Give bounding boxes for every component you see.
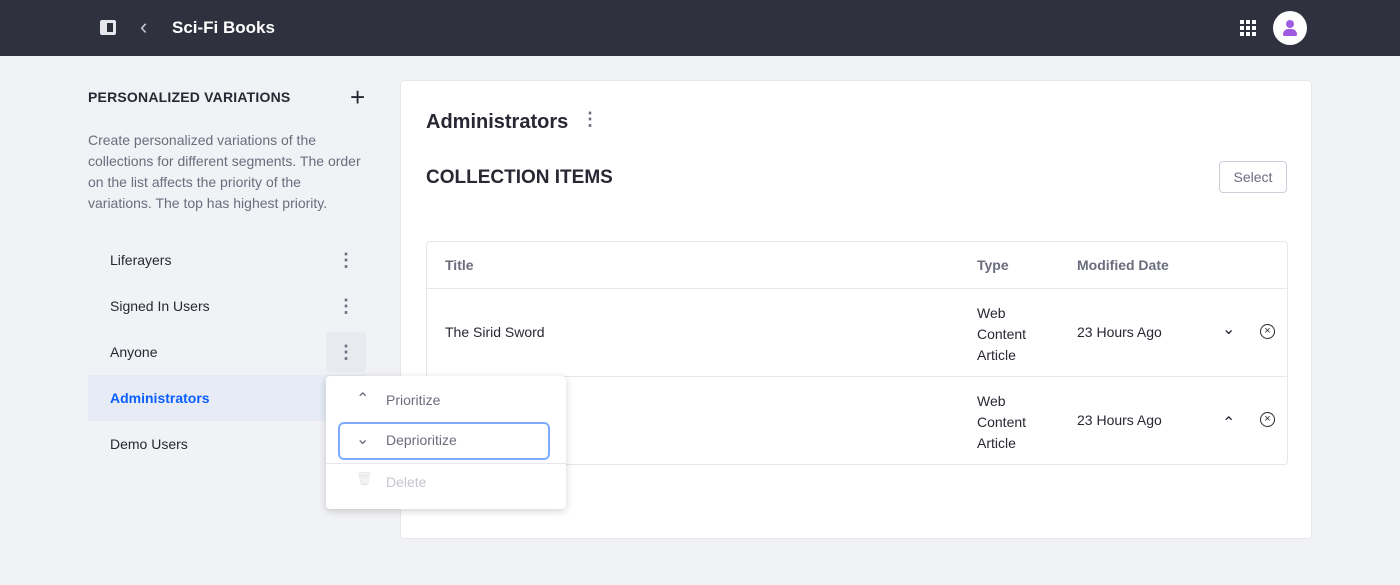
move-down-icon[interactable]: ⌄ [1222, 319, 1235, 339]
menu-label: Deprioritize [386, 432, 457, 448]
item-type: Web Content Article [977, 393, 1027, 451]
move-up-icon[interactable]: ⌃ [1222, 413, 1235, 433]
table-row: The Sirid Sword Web Content Article 23 H… [427, 288, 1287, 376]
select-button[interactable]: Select [1219, 161, 1287, 193]
table-header: Title Type Modified Date [427, 242, 1287, 288]
apps-grid-icon[interactable] [1240, 20, 1256, 36]
kebab-icon[interactable]: ⋮ [326, 240, 366, 280]
chevron-up-icon: ⌃ [356, 391, 370, 408]
item-type: Web Content Article [977, 305, 1027, 363]
add-variation-button[interactable]: + [350, 82, 365, 113]
sidebar-heading: PERSONALIZED VARIATIONS [88, 89, 291, 105]
remove-icon[interactable]: × [1260, 412, 1275, 427]
top-bar: ‹ Sci-Fi Books [0, 0, 1400, 56]
variation-item[interactable]: Anyone [88, 329, 366, 375]
kebab-icon[interactable]: ⋮ [326, 286, 366, 326]
variation-item[interactable]: Signed In Users [88, 283, 366, 329]
variation-dropdown-menu: ⌃ Prioritize ⌄ Deprioritize 🗑 Delete [326, 376, 566, 509]
trash-icon: 🗑 [356, 471, 373, 486]
column-header: Type [977, 257, 1009, 273]
item-title: The Sirid Sword [445, 324, 545, 340]
variation-item[interactable]: Liferayers [88, 237, 366, 283]
kebab-icon[interactable]: ⋮ [326, 332, 366, 372]
variation-title: Administrators [426, 111, 569, 133]
variation-item-active[interactable]: Administrators [88, 375, 366, 421]
menu-item-deprioritize[interactable]: ⌄ Deprioritize [338, 422, 550, 460]
menu-label: Prioritize [386, 392, 441, 408]
kebab-icon[interactable]: ⋮ [581, 109, 599, 130]
column-header: Title [445, 257, 474, 273]
variation-item[interactable]: Demo Users [88, 421, 366, 467]
item-date: 23 Hours Ago [1077, 324, 1162, 340]
column-header: Modified Date [1077, 257, 1169, 273]
page-title: Sci-Fi Books [172, 18, 275, 37]
chevron-left-icon[interactable]: ‹ [140, 14, 147, 40]
avatar[interactable] [1273, 11, 1307, 45]
menu-label: Delete [386, 474, 427, 490]
sidebar-description: Create personalized variations of the co… [88, 132, 361, 211]
chevron-down-icon: ⌄ [356, 431, 370, 448]
menu-item-delete: 🗑 Delete [338, 464, 550, 502]
menu-item-prioritize[interactable]: ⌃ Prioritize [338, 382, 550, 420]
remove-icon[interactable]: × [1260, 324, 1275, 339]
section-title: COLLECTION ITEMS [426, 167, 613, 188]
item-date: 23 Hours Ago [1077, 412, 1162, 428]
sidebar-toggle-icon[interactable] [100, 20, 116, 35]
